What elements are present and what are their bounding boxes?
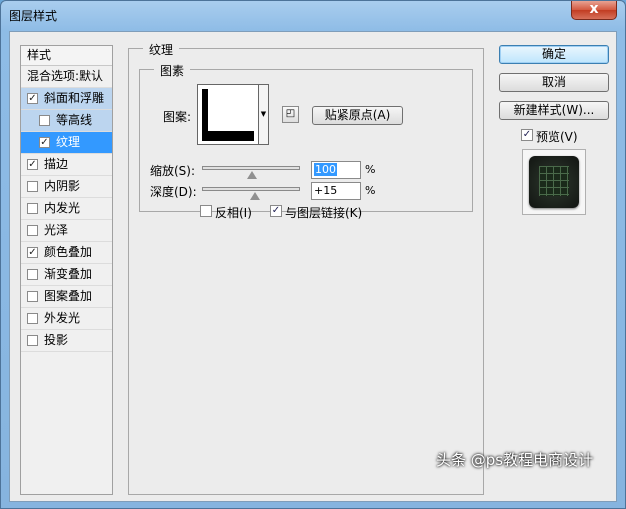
style-item-checkbox[interactable]: ✓ [39, 137, 50, 148]
scale-percent-sign: % [365, 163, 376, 176]
elements-group: 图素 图案: ▼ ◰ 贴紧原点(A) 缩放(S): 100 % 深度(D): +… [139, 62, 473, 220]
style-item-label: 渐变叠加 [44, 267, 93, 281]
close-button[interactable]: x [571, 1, 617, 20]
scale-slider[interactable] [202, 166, 300, 179]
depth-percent-sign: % [365, 184, 376, 197]
style-item[interactable]: 投影 [21, 330, 112, 352]
style-item[interactable]: 内发光 [21, 198, 112, 220]
depth-slider-thumb[interactable] [249, 192, 260, 200]
scale-slider-thumb[interactable] [247, 171, 257, 179]
style-item-checkbox[interactable] [27, 335, 38, 346]
pattern-dropdown-arrow-icon[interactable]: ▼ [259, 84, 269, 145]
invert-label: 反相(I) [215, 206, 252, 220]
blending-options-item[interactable]: 混合选项:默认 [21, 66, 112, 88]
style-item-label: 内阴影 [44, 179, 81, 193]
style-item-checkbox[interactable]: ✓ [27, 93, 38, 104]
style-item-checkbox[interactable]: ✓ [27, 247, 38, 258]
style-item-label: 图案叠加 [44, 289, 93, 303]
new-preset-icon[interactable]: ◰ [282, 106, 299, 123]
style-item-checkbox[interactable] [27, 269, 38, 280]
style-item[interactable]: 等高线 [21, 110, 112, 132]
style-item[interactable]: 外发光 [21, 308, 112, 330]
preview-checkbox-box[interactable]: ✓ [521, 129, 533, 141]
style-item-checkbox[interactable] [27, 225, 38, 236]
depth-label: 深度(D): [150, 185, 197, 199]
pattern-label: 图案: [163, 110, 192, 124]
style-item[interactable]: 图案叠加 [21, 286, 112, 308]
invert-checkbox-box[interactable] [200, 205, 212, 217]
preview-texture-grid [539, 166, 569, 196]
style-item-checkbox[interactable] [27, 291, 38, 302]
style-item[interactable]: 内阴影 [21, 176, 112, 198]
style-item[interactable]: 光泽 [21, 220, 112, 242]
link-with-layer-label: 与图层链接(K) [285, 206, 363, 220]
depth-input[interactable]: +15 [311, 182, 361, 200]
pattern-swatch[interactable] [197, 84, 259, 145]
ok-button[interactable]: 确定 [499, 45, 609, 64]
scale-input[interactable]: 100 [311, 161, 361, 179]
style-item-label: 颜色叠加 [44, 245, 93, 259]
style-item-label: 投影 [44, 333, 69, 347]
style-item[interactable]: ✓ 描边 [21, 154, 112, 176]
title-bar[interactable]: 图层样式 x [1, 1, 625, 29]
style-item-checkbox[interactable]: ✓ [27, 159, 38, 170]
style-item-label: 内发光 [44, 201, 81, 215]
style-item-label: 光泽 [44, 223, 69, 237]
style-item-checkbox[interactable] [27, 181, 38, 192]
style-item[interactable]: ✓ 纹理 [21, 132, 112, 154]
layer-style-dialog: 图层样式 x 样式 混合选项:默认 ✓ 斜面和浮雕等高线 ✓ 纹理 ✓ 描边内阴影内发光光… [0, 0, 626, 509]
pattern-swatch-white [208, 89, 254, 131]
scale-value: 100 [314, 163, 337, 176]
style-item-checkbox[interactable] [39, 115, 50, 126]
texture-group: 纹理 图素 图案: ▼ ◰ 贴紧原点(A) 缩放(S): 100 % 深度(D)… [128, 41, 484, 495]
snap-to-origin-button[interactable]: 贴紧原点(A) [312, 106, 403, 125]
styles-list: 样式 混合选项:默认 ✓ 斜面和浮雕等高线 ✓ 纹理 ✓ 描边内阴影内发光光泽 ✓ 颜色叠加渐… [20, 45, 113, 495]
style-item-checkbox[interactable] [27, 203, 38, 214]
style-item[interactable]: 渐变叠加 [21, 264, 112, 286]
depth-slider[interactable] [202, 187, 300, 200]
style-item-label: 描边 [44, 157, 69, 171]
preview-label: 预览(V) [536, 130, 578, 144]
style-item-label: 斜面和浮雕 [44, 91, 105, 105]
depth-value: +15 [314, 184, 338, 197]
scale-label: 缩放(S): [150, 164, 196, 178]
style-item-checkbox[interactable] [27, 313, 38, 324]
style-item[interactable]: ✓ 斜面和浮雕 [21, 88, 112, 110]
styles-header[interactable]: 样式 [21, 46, 112, 66]
cancel-button[interactable]: 取消 [499, 73, 609, 92]
style-preview-thumbnail [522, 149, 586, 215]
style-item[interactable]: ✓ 颜色叠加 [21, 242, 112, 264]
texture-group-title: 纹理 [143, 41, 180, 58]
window-title: 图层样式 [9, 9, 58, 23]
new-style-button[interactable]: 新建样式(W)... [499, 101, 609, 120]
elements-group-title: 图素 [154, 62, 191, 79]
dialog-body: 样式 混合选项:默认 ✓ 斜面和浮雕等高线 ✓ 纹理 ✓ 描边内阴影内发光光泽 ✓ 颜色叠加渐… [9, 31, 617, 502]
style-item-label: 等高线 [56, 113, 93, 127]
style-item-label: 纹理 [56, 135, 81, 149]
style-item-label: 外发光 [44, 311, 81, 325]
link-with-layer-checkbox-box[interactable]: ✓ [270, 205, 282, 217]
preview-tile [529, 156, 579, 208]
watermark-text: 头条 @ps教程电商设计 [436, 451, 594, 469]
